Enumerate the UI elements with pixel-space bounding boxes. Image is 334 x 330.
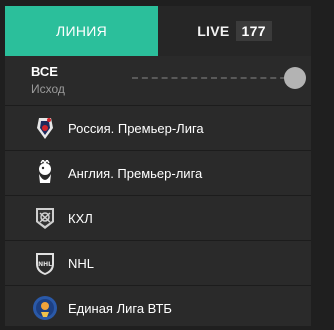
filter-slider[interactable]: [132, 67, 312, 89]
league-item-nhl[interactable]: NHL NHL: [5, 241, 311, 286]
league-name: Англия. Премьер-лига: [68, 165, 203, 181]
league-item-vtb[interactable]: Единая Лига ВТБ: [5, 286, 311, 330]
nhl-icon: NHL: [32, 250, 58, 276]
tab-line[interactable]: ЛИНИЯ: [5, 6, 158, 56]
league-item-russia[interactable]: Россия. Премьер-Лига: [5, 106, 311, 151]
khl-icon: [32, 205, 58, 231]
slider-track: [132, 77, 296, 79]
league-name: Единая Лига ВТБ: [68, 300, 172, 316]
english-premier-league-icon: [32, 160, 58, 186]
vtb-united-league-icon: [32, 295, 58, 321]
tab-live[interactable]: LIVE 177: [158, 6, 311, 56]
tabs-bar: ЛИНИЯ LIVE 177: [5, 6, 311, 56]
sports-menu-panel: ЛИНИЯ LIVE 177 ВСЕ Исход Россия. Премьер…: [5, 6, 311, 326]
tab-line-label: ЛИНИЯ: [55, 23, 108, 39]
svg-text:NHL: NHL: [38, 261, 52, 268]
league-item-england[interactable]: Англия. Премьер-лига: [5, 151, 311, 196]
league-item-khl[interactable]: КХЛ: [5, 196, 311, 241]
russian-premier-league-icon: [32, 115, 58, 141]
filter-row: ВСЕ Исход: [5, 56, 311, 106]
league-name: КХЛ: [68, 210, 93, 226]
filter-subtitle: Исход: [31, 82, 65, 96]
tab-live-label: LIVE: [197, 23, 230, 39]
live-count-badge: 177: [235, 21, 272, 41]
league-name: NHL: [68, 255, 95, 271]
slider-knob[interactable]: [284, 67, 306, 89]
league-name: Россия. Премьер-Лига: [68, 120, 204, 136]
filter-title: ВСЕ: [31, 64, 58, 79]
